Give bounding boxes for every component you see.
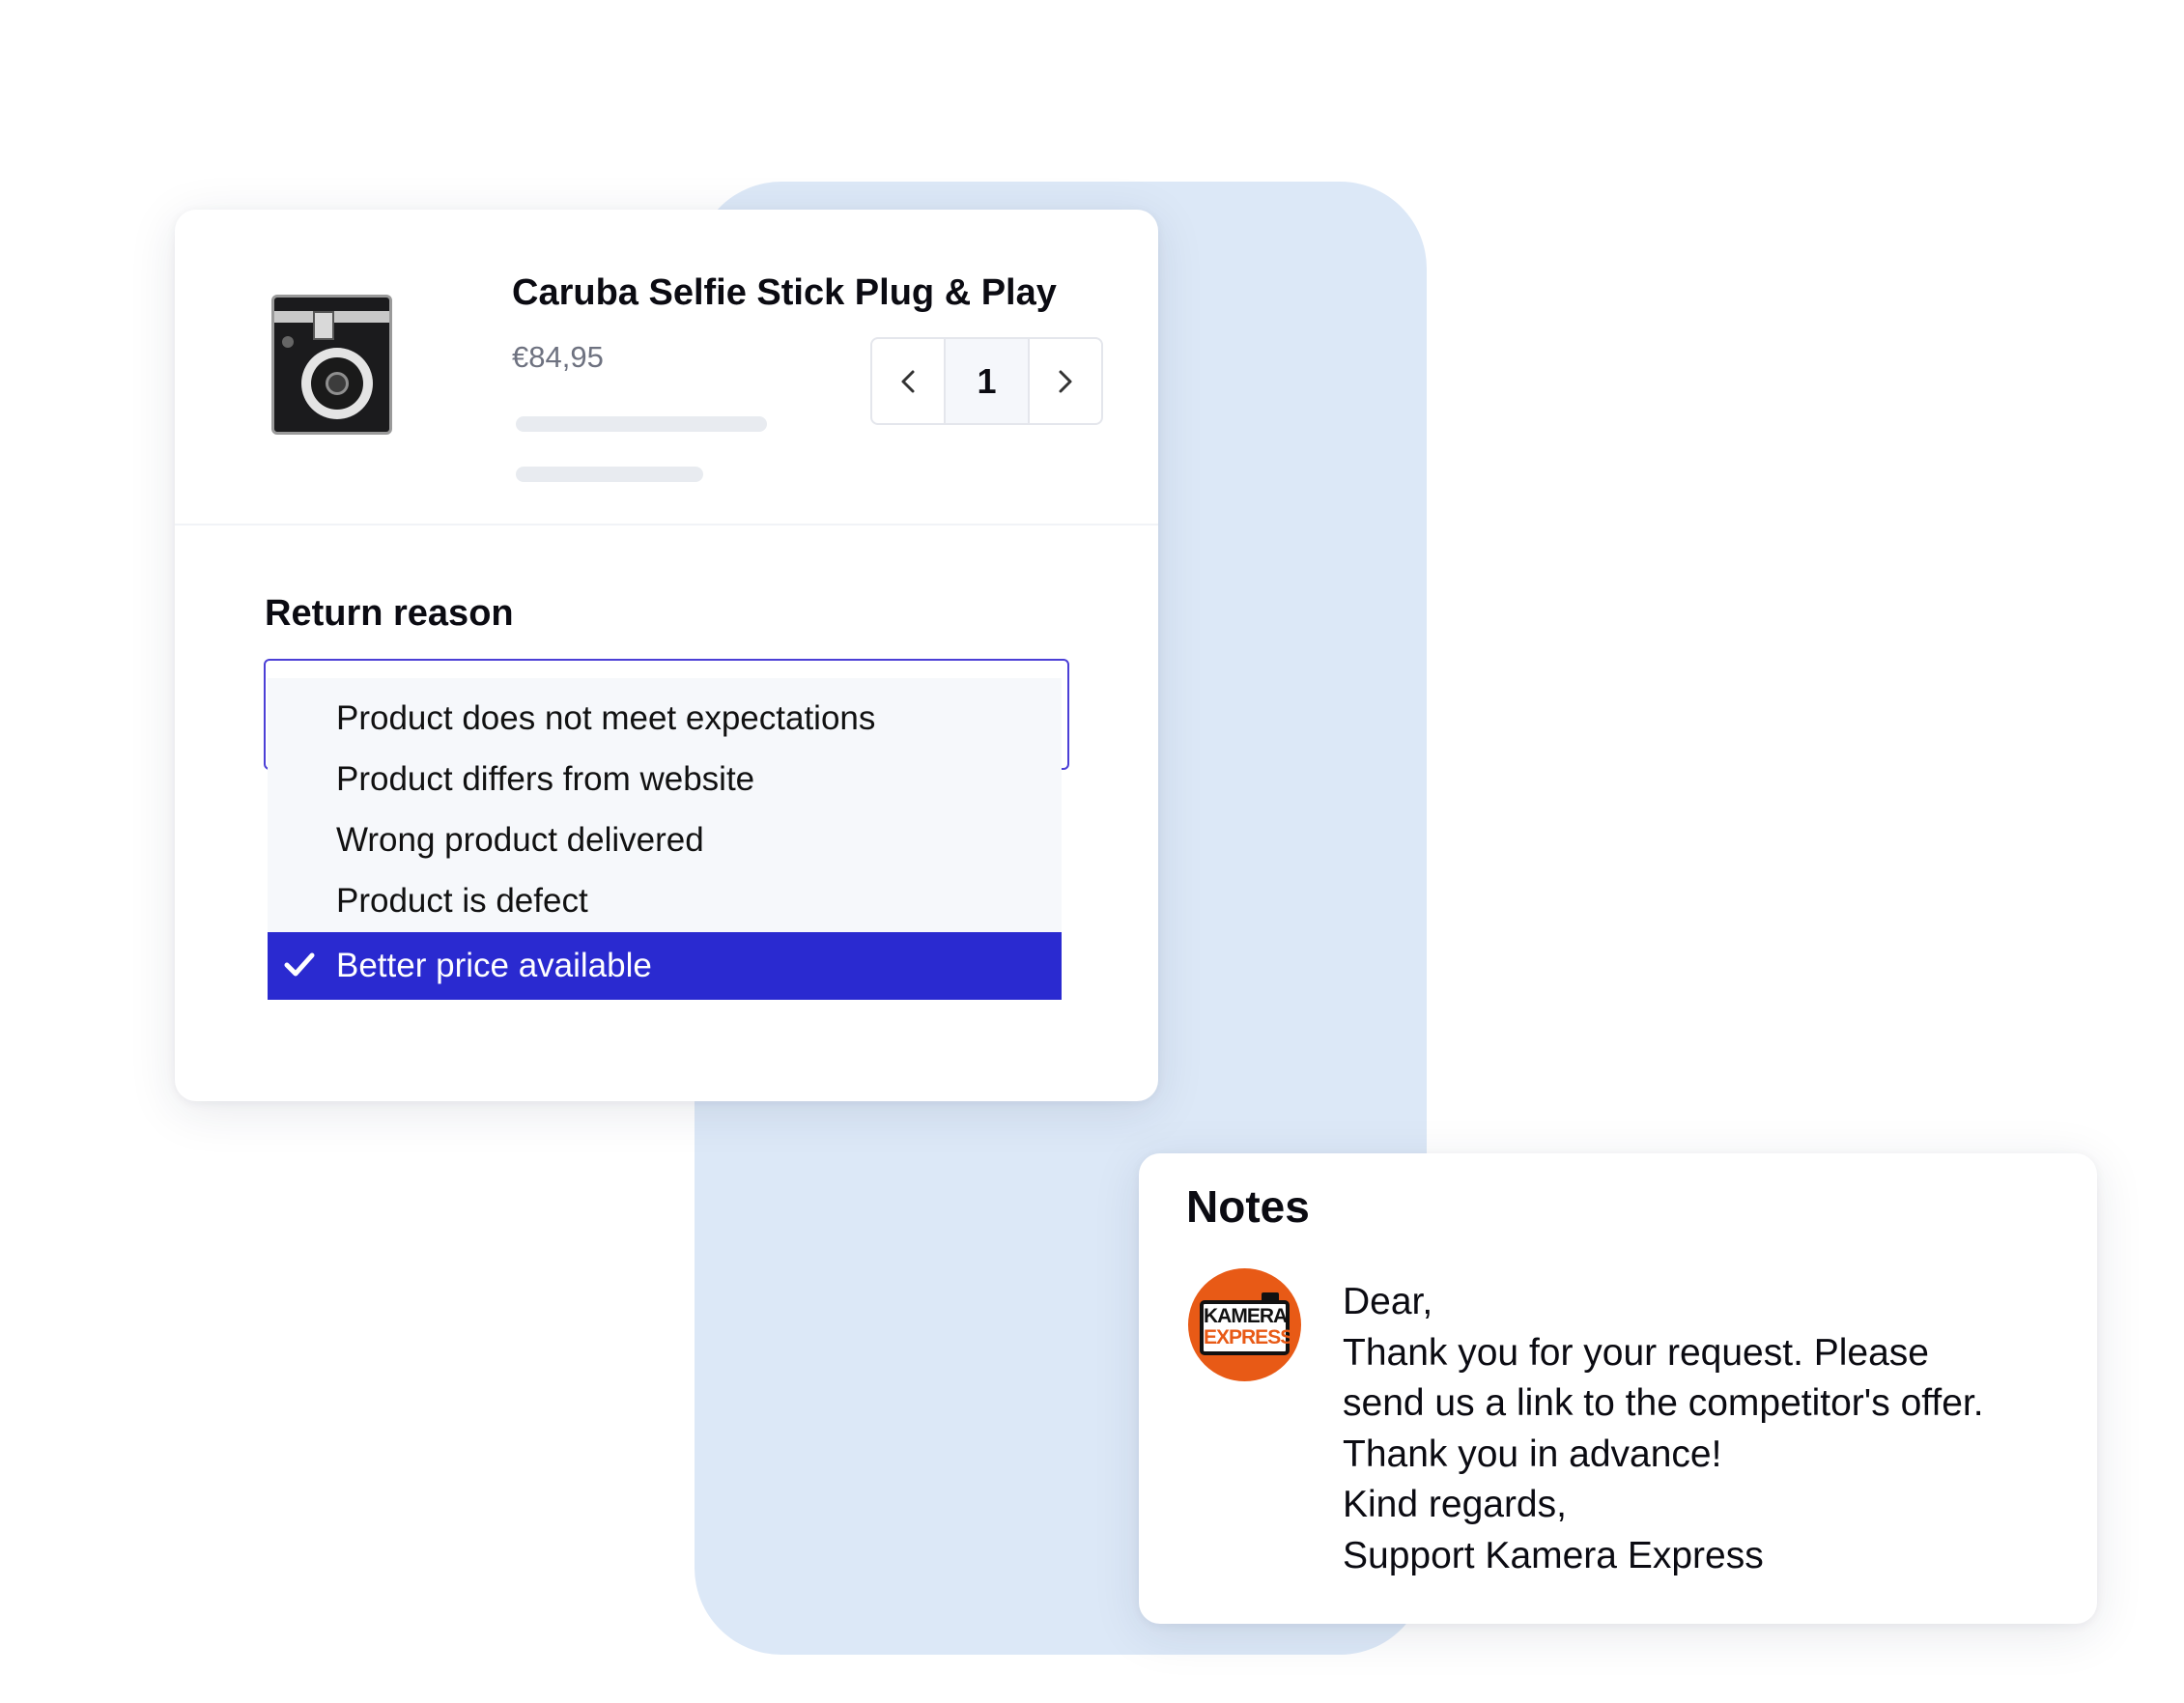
checkmark-icon [284,952,315,977]
dropdown-option[interactable]: Wrong product delivered [336,821,704,860]
selected-option-label: Better price available [336,947,652,984]
kamera-express-logo: KAMERA EXPRESS [1188,1268,1301,1381]
dropdown-option[interactable]: Product is defect [336,882,588,921]
skeleton-line [516,416,767,432]
note-line: Kind regards, [1343,1484,1567,1525]
note-message: Dear, Thank you for your request. Please… [1343,1277,1984,1581]
chevron-left-icon [901,370,915,392]
logo-text: KAMERA [1204,1305,1288,1327]
logo-text: EXPRESS [1204,1326,1293,1348]
dropdown-option[interactable]: Product differs from website [336,760,754,799]
chevron-right-icon [1059,370,1072,392]
quantity-stepper: 1 [870,337,1103,425]
note-line: send us a link to the competitor's offer… [1343,1382,1984,1424]
camera-lens [301,348,373,419]
product-price: €84,95 [512,340,604,374]
note-line: Support Kamera Express [1343,1534,1764,1576]
skeleton-line [516,467,703,482]
product-image [271,295,392,435]
note-line: Thank you in advance! [1343,1433,1722,1475]
product-title: Caruba Selfie Stick Plug & Play [512,272,1057,313]
return-reason-label: Return reason [265,593,514,634]
notes-title: Notes [1186,1181,1310,1232]
return-reason-dropdown: Product does not meet expectations Produ… [268,678,1062,1000]
dropdown-option-selected[interactable]: Better price available [268,932,1062,1000]
decrease-quantity-button[interactable] [872,339,944,423]
increase-quantity-button[interactable] [1030,339,1101,423]
note-line: Dear, [1343,1281,1433,1322]
dropdown-option[interactable]: Product does not meet expectations [336,699,875,738]
quantity-value[interactable]: 1 [944,339,1030,423]
note-line: Thank you for your request. Please [1343,1331,1929,1374]
